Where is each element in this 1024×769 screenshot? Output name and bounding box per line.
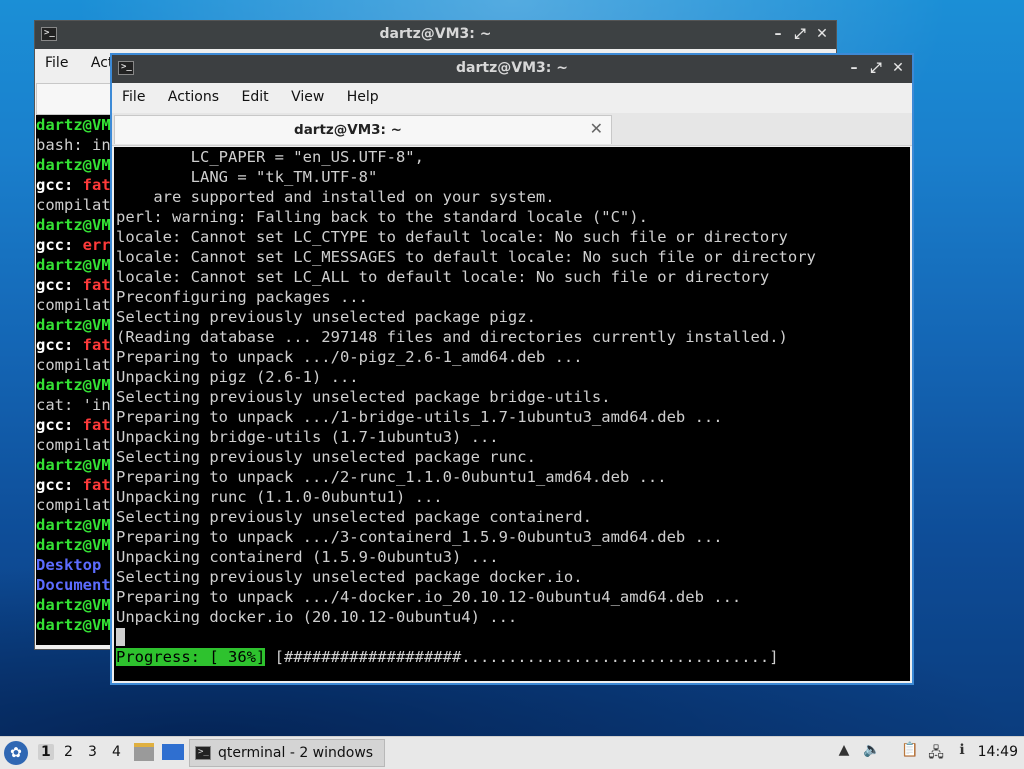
window-titlebar[interactable]: >_ dartz@VM3: ~ – ⤢ ✕ xyxy=(35,21,836,49)
clipboard-icon[interactable]: 📋 xyxy=(900,742,920,762)
terminal-line: Preparing to unpack .../3-containerd_1.5… xyxy=(116,528,723,546)
terminal-line: gcc: fat xyxy=(36,336,111,354)
update-notifier-icon[interactable]: ℹ xyxy=(952,742,972,762)
menu-view[interactable]: View xyxy=(281,83,332,105)
terminal-line: Unpacking containerd (1.5.9-0ubuntu3) ..… xyxy=(116,548,499,566)
close-icon[interactable]: ✕ xyxy=(814,25,830,43)
terminal-line: compilat xyxy=(36,296,111,314)
terminal-line: compilat xyxy=(36,356,111,374)
terminal-line: locale: Cannot set LC_ALL to default loc… xyxy=(116,268,770,286)
terminal-line: Selecting previously unselected package … xyxy=(116,568,583,586)
file-manager-icon[interactable] xyxy=(134,743,154,761)
terminal-line: Unpacking bridge-utils (1.7-1ubuntu3) ..… xyxy=(116,428,499,446)
terminal-line: locale: Cannot set LC_CTYPE to default l… xyxy=(116,228,788,246)
terminal-line: (Reading database ... 297148 files and d… xyxy=(116,328,788,346)
tab-label: dartz@VM3: ~ xyxy=(294,122,402,138)
window-title: dartz@VM3: ~ xyxy=(379,26,492,42)
terminal-line: Preparing to unpack .../1-bridge-utils_1… xyxy=(116,408,723,426)
clock: 14:49 xyxy=(977,744,1018,760)
terminal-line: dartz@VM xyxy=(36,316,111,334)
terminal-line: perl: warning: Falling back to the stand… xyxy=(116,208,648,226)
scroll-up-icon[interactable]: ▲ xyxy=(834,742,854,762)
volume-icon[interactable]: 🔈 xyxy=(862,742,882,762)
workspace-4[interactable]: 4 xyxy=(112,744,121,760)
terminal-line: dartz@VM xyxy=(36,376,111,394)
progress-bar: [###################....................… xyxy=(265,648,779,666)
terminal-line: dartz@VM xyxy=(36,596,111,614)
terminal-line: Desktop xyxy=(36,556,102,574)
tab-bar: dartz@VM3: ~ ✕ xyxy=(112,113,912,146)
terminal-line: Unpacking pigz (2.6-1) ... xyxy=(116,368,359,386)
terminal-line: compilat xyxy=(36,436,111,454)
tab-partial[interactable] xyxy=(36,83,114,115)
terminal-line: LC_PAPER = "en_US.UTF-8", xyxy=(116,148,424,166)
terminal-line: Selecting previously unselected package … xyxy=(116,448,536,466)
terminal-line: dartz@VM xyxy=(36,216,111,234)
terminal-line: dartz@VM xyxy=(36,616,111,634)
terminal-line: cat: 'in xyxy=(36,396,111,414)
text-cursor xyxy=(116,628,125,646)
terminal-line: Selecting previously unselected package … xyxy=(116,308,536,326)
menu-file[interactable]: File xyxy=(35,49,76,71)
terminal-line: are supported and installed on your syst… xyxy=(116,188,555,206)
task-label: qterminal - 2 windows xyxy=(218,745,374,761)
cursor-line xyxy=(116,627,816,647)
terminal-line: Preparing to unpack .../4-docker.io_20.1… xyxy=(116,588,742,606)
maximize-icon[interactable]: ⤢ xyxy=(868,59,884,77)
window-title: dartz@VM3: ~ xyxy=(456,60,568,76)
close-icon[interactable]: ✕ xyxy=(890,59,906,77)
terminal-line: gcc: fat xyxy=(36,276,111,294)
tab-close-icon[interactable]: ✕ xyxy=(590,119,603,138)
terminal-line: dartz@VM xyxy=(36,156,111,174)
start-menu-icon[interactable]: ✿ xyxy=(4,741,28,765)
terminal-line: Document xyxy=(36,576,111,594)
terminal-line: locale: Cannot set LC_MESSAGES to defaul… xyxy=(116,248,816,266)
terminal-line: bash: in xyxy=(36,136,111,154)
window-titlebar[interactable]: >_ dartz@VM3: ~ – ⤢ ✕ xyxy=(112,55,912,83)
terminal-window-active[interactable]: >_ dartz@VM3: ~ – ⤢ ✕ File Actions Edit … xyxy=(110,53,914,685)
taskbar-task-qterminal[interactable]: >_ qterminal - 2 windows xyxy=(189,739,385,767)
terminal-line: gcc: fat xyxy=(36,476,111,494)
menu-actions[interactable]: Actions xyxy=(158,83,227,105)
menu-file[interactable]: File xyxy=(112,83,153,105)
terminal-line: dartz@VM xyxy=(36,116,111,134)
workspace-3[interactable]: 3 xyxy=(88,744,97,760)
terminal-line: Unpacking docker.io (20.10.12-0ubuntu4) … xyxy=(116,608,518,626)
terminal-line: Unpacking runc (1.1.0-0ubuntu1) ... xyxy=(116,488,443,506)
minimize-icon[interactable]: – xyxy=(770,25,786,43)
tab-terminal[interactable]: dartz@VM3: ~ ✕ xyxy=(114,115,612,144)
workspace-1[interactable]: 1 xyxy=(38,744,54,760)
terminal-output[interactable]: LC_PAPER = "en_US.UTF-8", LANG = "tk_TM.… xyxy=(114,147,910,681)
network-icon[interactable]: 🖧 xyxy=(926,742,946,762)
show-desktop-icon[interactable] xyxy=(162,744,184,760)
taskbar: ✿ 1 2 3 4 >_ qterminal - 2 windows ▲ 🔈 📋… xyxy=(0,736,1024,769)
terminal-line: gcc: err xyxy=(36,236,111,254)
workspace-2[interactable]: 2 xyxy=(64,744,73,760)
terminal-line: dartz@VM xyxy=(36,536,111,554)
menubar: File Actions Edit View Help xyxy=(112,83,912,113)
terminal-line: Selecting previously unselected package … xyxy=(116,508,592,526)
terminal-line: compilat xyxy=(36,496,111,514)
menu-help[interactable]: Help xyxy=(337,83,387,105)
progress-label: Progress: [ 36%] xyxy=(116,648,266,666)
maximize-icon[interactable]: ⤢ xyxy=(792,25,808,43)
terminal-line: gcc: fat xyxy=(36,416,111,434)
terminal-line: gcc: fat xyxy=(36,176,111,194)
terminal-line: Preparing to unpack .../2-runc_1.1.0-0ub… xyxy=(116,468,667,486)
terminal-line: compilat xyxy=(36,196,111,214)
terminal-line: Selecting previously unselected package … xyxy=(116,388,611,406)
terminal-line: dartz@VM xyxy=(36,456,111,474)
terminal-output[interactable]: dartz@VM bash: in dartz@VM gcc: fat compilat… xyxy=(36,115,112,645)
terminal-line: LANG = "tk_TM.UTF-8" xyxy=(116,168,378,186)
terminal-line: dartz@VM xyxy=(36,516,111,534)
terminal-line: dartz@VM xyxy=(36,256,111,274)
progress-line: Progress: [ 36%] [###################...… xyxy=(116,647,816,667)
terminal-icon: >_ xyxy=(195,746,211,760)
terminal-line: Preparing to unpack .../0-pigz_2.6-1_amd… xyxy=(116,348,583,366)
menu-edit[interactable]: Edit xyxy=(231,83,276,105)
minimize-icon[interactable]: – xyxy=(846,59,862,77)
terminal-line: Preconfiguring packages ... xyxy=(116,288,368,306)
